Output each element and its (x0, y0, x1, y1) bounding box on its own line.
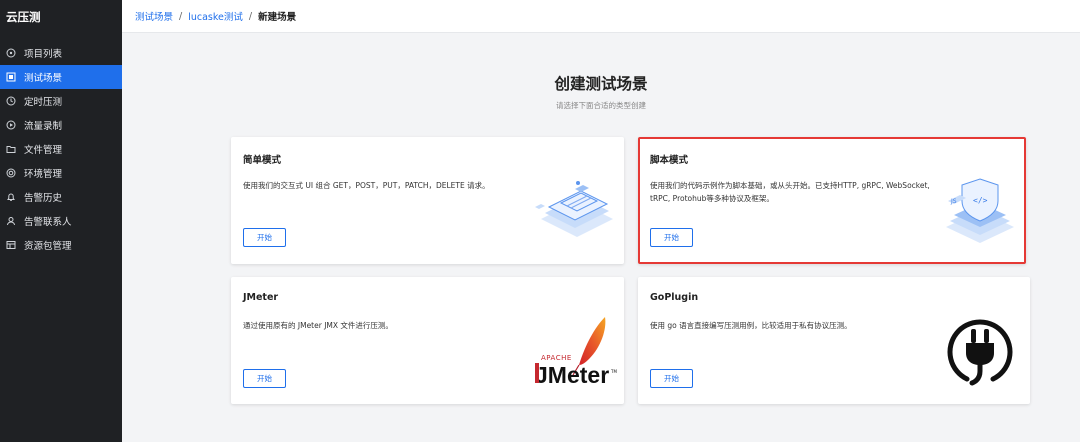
sidebar-item-label: 项目列表 (24, 49, 63, 60)
sidebar-item-label: 测试场景 (24, 73, 63, 84)
breadcrumb-current: 新建场景 (258, 12, 297, 23)
project-list-icon (6, 48, 16, 58)
test-scene-icon (6, 72, 16, 82)
start-button[interactable]: 开始 (650, 369, 693, 388)
sidebar-item-label: 告警联系人 (24, 217, 72, 228)
breadcrumb-link-project[interactable]: lucaske测试 (188, 9, 243, 23)
card-goplugin[interactable]: GoPlugin 使用 go 语言直接编写压测用例，比较适用于私有协议压测。 开… (638, 277, 1030, 404)
jmeter-logo: APACHE JMeter TM (533, 315, 619, 395)
sidebar-item-alert-history[interactable]: 告警历史 (0, 185, 122, 209)
card-simple-mode[interactable]: 简单模式 使用我们的交互式 UI 组合 GET，POST，PUT，PATCH，D… (231, 137, 624, 264)
sidebar-item-file-management[interactable]: 文件管理 (0, 137, 122, 161)
sidebar-item-label: 流量录制 (24, 121, 63, 132)
browser-stack-illustration (531, 177, 617, 251)
sidebar-item-traffic-record[interactable]: 流量录制 (0, 113, 122, 137)
sidebar: 云压测 项目列表 测试场景 定时压测 流量录制 文件管理 环境管理 告警历史 告… (0, 0, 122, 442)
start-button[interactable]: 开始 (650, 228, 693, 247)
breadcrumb-separator: / (248, 10, 253, 22)
sidebar-item-environment[interactable]: 环境管理 (0, 161, 122, 185)
sidebar-item-resource-package[interactable]: 资源包管理 (0, 233, 122, 257)
plug-icon (944, 315, 1016, 391)
sidebar-item-label: 定时压测 (24, 97, 63, 108)
page-title: 创建测试场景 (554, 75, 648, 93)
package-icon (6, 240, 16, 250)
clock-icon (6, 96, 16, 106)
svg-text:JS: JS (950, 198, 957, 205)
sidebar-item-scheduled[interactable]: 定时压测 (0, 89, 122, 113)
sidebar-item-label: 资源包管理 (24, 241, 72, 252)
card-description: 通过使用原有的 JMeter JMX 文件进行压测。 (243, 321, 393, 330)
sidebar-item-alert-contacts[interactable]: 告警联系人 (0, 209, 122, 233)
code-stack-illustration: </> JS (940, 175, 1020, 255)
card-script-mode[interactable]: 脚本模式 使用我们的代码示例作为脚本基础，或从头开始。已支持HTTP, gRPC… (638, 137, 1026, 264)
sidebar-item-test-scene[interactable]: 测试场景 (0, 65, 122, 89)
card-title: GoPlugin (650, 292, 699, 303)
svg-text:</>: </> (973, 196, 988, 205)
jmeter-tm-text: TM (610, 369, 617, 374)
contact-icon (6, 216, 16, 226)
card-description: 使用 go 语言直接编写压测用例，比较适用于私有协议压测。 (650, 321, 852, 330)
start-button[interactable]: 开始 (243, 369, 286, 388)
sidebar-item-label: 环境管理 (24, 169, 63, 180)
start-button[interactable]: 开始 (243, 228, 286, 247)
app-brand: 云压测 (6, 10, 41, 24)
jmeter-apache-text: APACHE (541, 354, 572, 362)
page-subtitle: 请选择下面合适的类型创建 (556, 101, 646, 110)
card-title: 简单模式 (243, 155, 282, 166)
environment-icon (6, 168, 16, 178)
breadcrumb: 测试场景 / lucaske测试 / 新建场景 (122, 0, 1080, 33)
card-description: 使用我们的交互式 UI 组合 GET，POST，PUT，PATCH，DELETE… (243, 181, 490, 190)
sidebar-item-label: 文件管理 (24, 145, 63, 156)
sidebar-nav: 项目列表 测试场景 定时压测 流量录制 文件管理 环境管理 告警历史 告警联系人… (0, 41, 122, 257)
jmeter-name-text: JMeter (535, 362, 609, 388)
sidebar-item-label: 告警历史 (24, 193, 63, 204)
card-jmeter[interactable]: JMeter 通过使用原有的 JMeter JMX 文件进行压测。 开始 APA… (231, 277, 624, 404)
sidebar-item-project-list[interactable]: 项目列表 (0, 41, 122, 65)
card-title: JMeter (243, 292, 279, 303)
bell-icon (6, 192, 16, 202)
card-description: 使用我们的代码示例作为脚本基础，或从头开始。已支持HTTP, gRPC, Web… (650, 181, 930, 203)
breadcrumb-link-test-scene[interactable]: 测试场景 (135, 9, 173, 23)
folder-icon (6, 144, 16, 154)
card-title: 脚本模式 (650, 155, 689, 166)
record-icon (6, 120, 16, 130)
breadcrumb-separator: / (179, 10, 183, 22)
